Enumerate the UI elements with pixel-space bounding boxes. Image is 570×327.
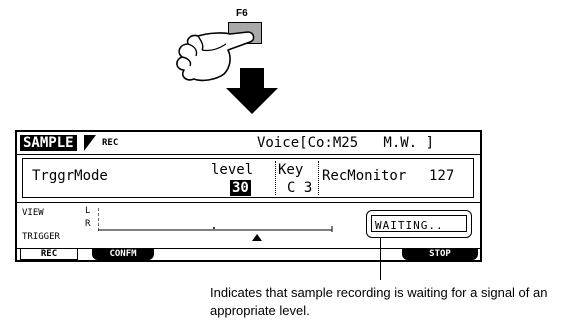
callout-caption: Indicates that sample recording is waiti… — [210, 285, 548, 318]
level-label: level — [211, 162, 254, 178]
trigger-mode-label: TrggrMode — [32, 168, 108, 184]
meter-channel-right: R — [85, 219, 91, 229]
tab-sample: SAMPLE — [20, 135, 77, 151]
voice-title: Voice[Co:M25 M.W. ] — [257, 135, 435, 151]
level-value[interactable]: 30 — [230, 180, 251, 196]
view-label: VIEW — [22, 208, 44, 218]
header-divider — [17, 154, 480, 155]
tab-sample-tip — [84, 135, 96, 151]
param-separator — [318, 161, 319, 195]
f6-key-label: F6 — [236, 8, 248, 19]
rec-button[interactable]: REC — [20, 249, 78, 260]
key-label: Key — [278, 162, 304, 178]
stop-button[interactable]: STOP — [402, 249, 478, 260]
down-arrow-icon — [226, 68, 278, 114]
tab-rec: REC — [102, 138, 119, 148]
trigger-level-marker — [252, 234, 262, 241]
level-meter — [98, 208, 333, 232]
confirm-button[interactable]: CONFM — [92, 249, 154, 260]
param-separator — [275, 161, 276, 195]
key-value[interactable]: C 3 — [287, 180, 312, 196]
meter-channel-left: L — [85, 206, 91, 216]
rec-monitor-value[interactable]: 127 — [429, 168, 454, 184]
callout-leader-line — [380, 238, 381, 280]
waiting-status: WAITING.. — [375, 219, 444, 232]
section-divider — [17, 202, 480, 203]
rec-monitor-label: RecMonitor — [322, 168, 407, 184]
trigger-label: TRIGGER — [22, 232, 60, 242]
